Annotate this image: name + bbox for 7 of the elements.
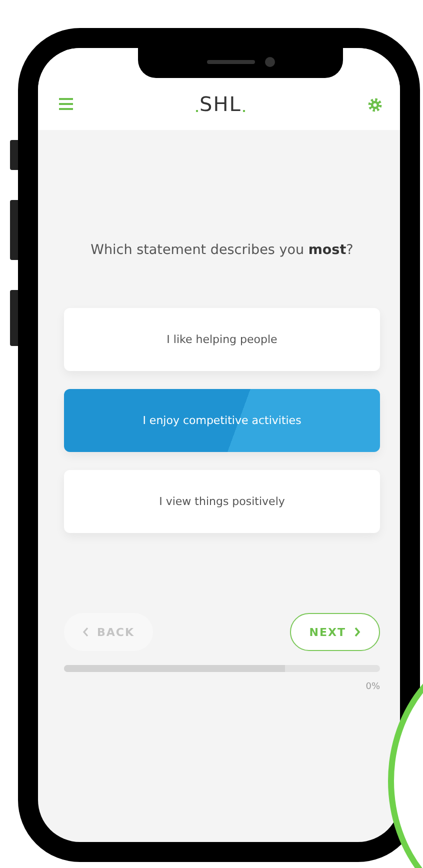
progress-percentage: 0% <box>366 682 380 692</box>
next-button[interactable]: NEXT <box>290 613 380 651</box>
question-text: Which statement describes you most? <box>90 242 354 258</box>
answer-option[interactable]: I like helping people <box>64 308 380 371</box>
logo: SHL <box>194 92 248 116</box>
answer-option[interactable]: I enjoy competitive activities <box>64 389 380 452</box>
answer-option[interactable]: I view things positively <box>64 470 380 533</box>
